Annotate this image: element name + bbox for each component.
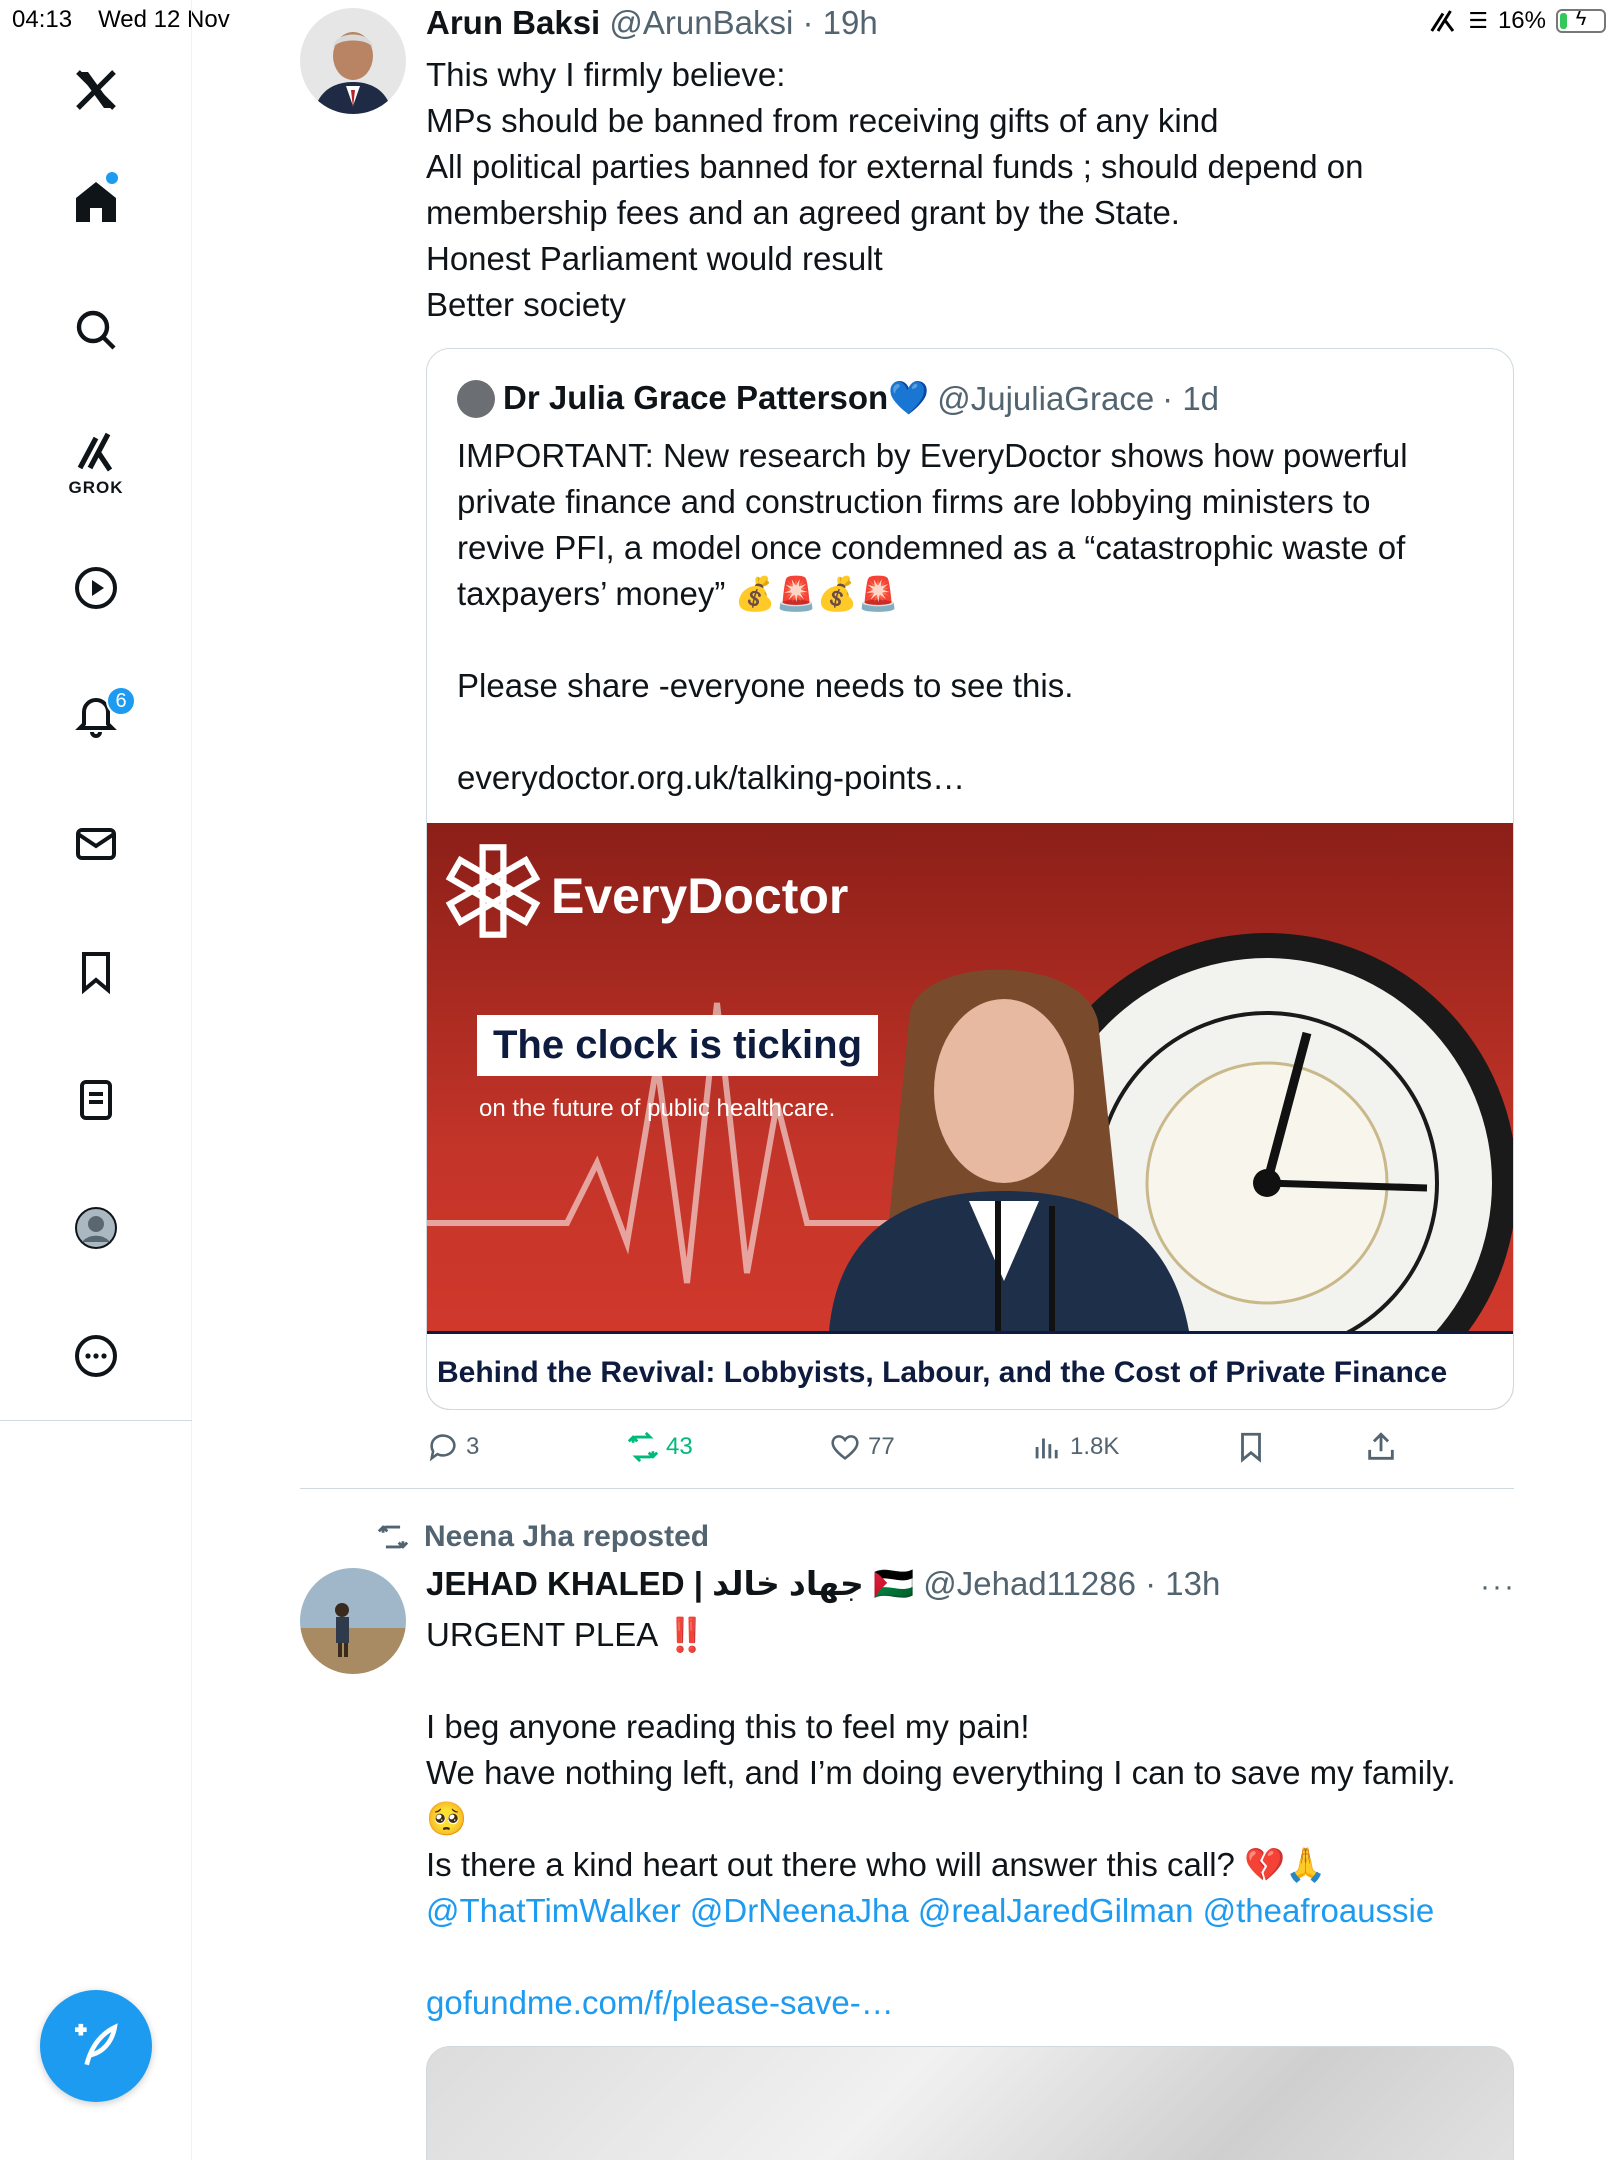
battery-percent: 16% [1497,7,1546,34]
compose-feather-icon [75,2023,118,2066]
repost-indicator-icon [377,1525,409,1549]
tweet-line: MPs should be banned from receiving gift… [426,102,1219,139]
gofundme-link[interactable]: gofundme.com/f/please-save-… [426,1980,1506,2026]
image-caption: Behind the Revival: Lobbyists, Labour, a… [427,1331,1513,1409]
quote-author-handle[interactable]: @JujuliaGrace [937,380,1154,418]
quote-line: IMPORTANT: New research by EveryDoctor s… [457,437,1408,474]
notification-count-badge: 6 [106,686,136,716]
tweet-action-bar: 3 43 77 1.8K [426,1430,1506,1474]
everydoctor-logo-icon [445,844,541,938]
tweet-body: URGENT PLEA ‼️ I beg anyone reading this… [426,1612,1506,2026]
quote-time[interactable]: · 1d [1162,380,1219,418]
quote-body: IMPORTANT: New research by EveryDoctor s… [457,433,1487,801]
tweet-time[interactable]: · 13h [1145,1565,1220,1602]
compose-post-button[interactable] [40,1990,152,2102]
tweet-line: 🥺 [426,1800,468,1837]
repost-indicator: Neena Jha reposted [376,1520,709,1554]
video-play-icon[interactable] [66,558,126,618]
view-count: 1.8K [1070,1433,1120,1460]
author-display-name[interactable]: Arun Baksi [426,4,600,41]
tweet-line: Is there a kind heart out there who will… [426,1846,1327,1883]
quote-line: revive PFI, a model once condemned as a … [457,529,1406,566]
grok-icon[interactable] [66,422,126,482]
views-chart-icon [1035,1438,1058,1459]
heart-icon [831,1435,859,1460]
tweet-line: Honest Parliament would result [426,240,883,277]
tweet-line: membership fees and an agreed grant by t… [426,194,1180,231]
image-headline: The clock is ticking [477,1015,879,1076]
share-button[interactable] [1364,1430,1398,1464]
quote-author-avatar[interactable] [457,379,495,418]
reply-button[interactable]: 3 [426,1430,479,1464]
x-logo-icon[interactable] [66,60,126,120]
tweet-line [426,1658,1506,1704]
tweet-line: We have nothing left, and I’m doing ever… [426,1754,1456,1791]
reposted-by-text[interactable]: Neena Jha reposted [424,1520,709,1554]
profile-avatar-icon[interactable] [66,1198,126,1258]
quote-line: Please share -everyone needs to see this… [457,667,1074,704]
quoted-tweet-card[interactable]: Dr Julia Grace Patterson💙 @JujuliaGrace … [426,348,1514,1410]
quote-line: taxpayers’ money” 💰🚨💰🚨 [457,575,899,612]
author-display-name[interactable]: JEHAD KHALED | جهاد خالد 🇵🇸 [426,1565,914,1602]
repost-button[interactable]: 43 [626,1430,693,1464]
home-unread-dot [106,172,118,184]
tweet-time[interactable]: · 19h [802,4,877,41]
quote-link[interactable]: everydoctor.org.uk/talking-points… [457,755,1487,801]
bookmark-icon [1241,1432,1261,1463]
quote-media-image[interactable]: EveryDoctor The clock is ticking on the … [427,823,1513,1409]
more-options-button[interactable]: ··· [1480,1570,1516,1604]
sidebar: GROK 6 [0,0,192,2160]
image-brand-text: EveryDoctor [551,868,849,924]
quote-line: private finance and construction firms a… [457,483,1371,520]
reply-count: 3 [466,1433,480,1460]
search-icon[interactable] [66,300,126,360]
quote-line [457,709,1487,755]
list-status-icon: ☰ [1468,8,1488,33]
tweet-header: Arun Baksi @ArunBaksi · 19h [426,4,878,42]
like-count: 77 [868,1433,895,1460]
tweet-line: URGENT PLEA ‼️ [426,1616,707,1653]
battery-icon: ϟ [1556,8,1606,33]
tweet-line: I beg anyone reading this to feel my pai… [426,1708,1030,1745]
more-options-icon[interactable] [66,1326,126,1386]
author-avatar[interactable] [300,1568,406,1674]
lists-icon[interactable] [66,1070,126,1130]
author-handle[interactable]: @ArunBaksi [609,4,793,41]
repost-icon [627,1431,659,1463]
quote-author-name[interactable]: Dr Julia Grace Patterson💙 [503,379,929,418]
reply-icon [429,1434,456,1462]
tweet-divider [300,1488,1514,1489]
tweet-media-image[interactable] [426,2046,1514,2160]
quote-line [457,617,1487,663]
grok-label: GROK [68,478,124,497]
image-subline: on the future of public healthcare. [479,1095,836,1122]
tweet-header: JEHAD KHALED | جهاد خالد 🇵🇸 @Jehad11286 … [426,1564,1220,1604]
tweet-body: This why I firmly believe: MPs should be… [426,52,1506,328]
charging-bolt-icon: ϟ [1575,8,1587,30]
author-avatar[interactable] [300,8,406,114]
bookmarks-icon[interactable] [66,942,126,1002]
grok-status-icon [1430,10,1455,32]
tweet-line: All political parties banned for externa… [426,148,1364,185]
share-upload-icon [1368,1432,1394,1460]
views-button[interactable]: 1.8K [1030,1430,1119,1464]
tweet-line: Better society [426,286,626,323]
bookmark-button[interactable] [1234,1430,1268,1464]
author-handle[interactable]: @Jehad11286 [923,1565,1136,1602]
like-button[interactable]: 77 [828,1430,895,1464]
tweet-line: This why I firmly believe: [426,56,786,93]
repost-count: 43 [666,1433,693,1460]
sidebar-divider [0,1420,192,1421]
quote-header: Dr Julia Grace Patterson💙 @JujuliaGrace … [457,379,1219,418]
mentions-links[interactable]: @ThatTimWalker @DrNeenaJha @realJaredGil… [426,1888,1506,1934]
messages-envelope-icon[interactable] [66,814,126,874]
